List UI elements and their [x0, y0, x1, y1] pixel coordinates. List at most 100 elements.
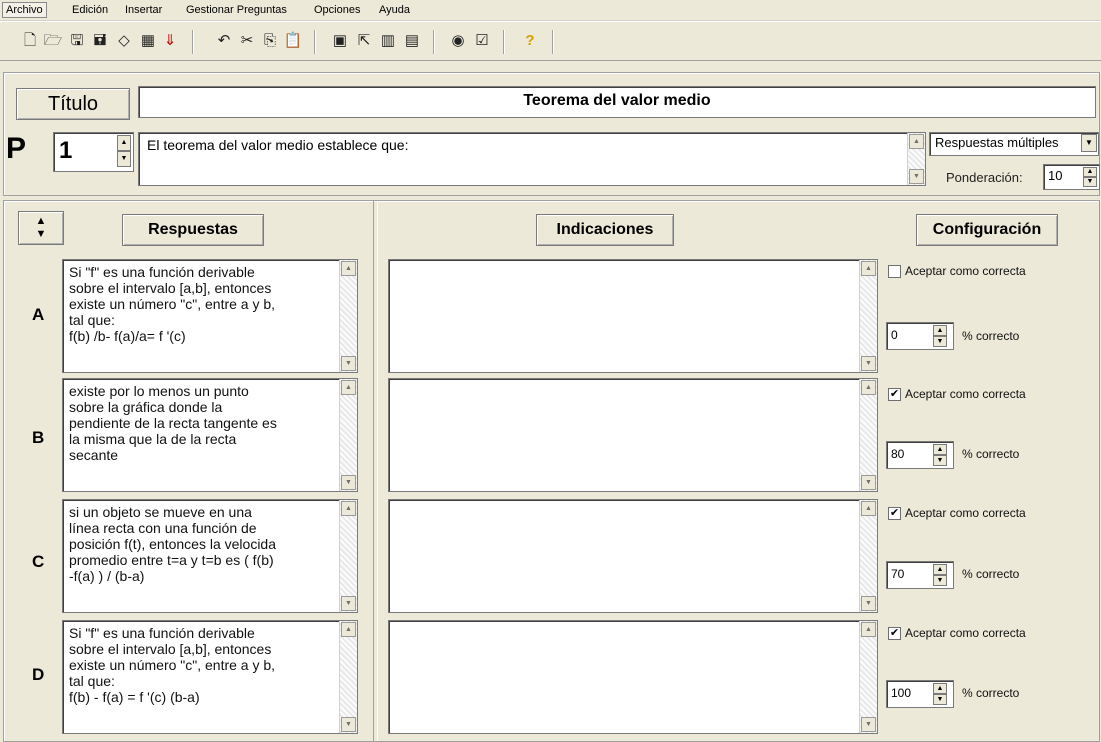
open-folder-icon[interactable]: 🗁: [43, 31, 63, 51]
answer-c-scrollbar[interactable]: ▲ ▼: [339, 500, 357, 612]
menu-archivo[interactable]: Archivo: [2, 2, 47, 18]
indication-input-a[interactable]: ▲ ▼: [388, 259, 878, 373]
spin-down-icon[interactable]: ▼: [1083, 177, 1097, 187]
column-divider[interactable]: [373, 201, 378, 741]
chevron-down-icon[interactable]: ▼: [1081, 134, 1097, 152]
question-scrollbar[interactable]: ▲ ▼: [907, 133, 925, 185]
percent-spinner-d[interactable]: 100 ▲ ▼: [886, 680, 954, 708]
percent-spin-buttons-b[interactable]: ▲ ▼: [933, 444, 947, 466]
spin-down-icon[interactable]: ▼: [933, 336, 947, 347]
help-icon[interactable]: ?: [520, 31, 540, 51]
menu-edicion[interactable]: Edición: [69, 3, 111, 17]
answer-d-scrollbar[interactable]: ▲ ▼: [339, 621, 357, 733]
indication-a-scrollbar[interactable]: ▲ ▼: [859, 260, 877, 372]
scroll-up-icon[interactable]: ▲: [341, 261, 356, 276]
spin-down-icon[interactable]: ▼: [933, 575, 947, 586]
undo-icon[interactable]: ↶: [214, 31, 234, 51]
titulo-button[interactable]: Título: [16, 88, 130, 120]
reorder-button[interactable]: ▲ ▼: [18, 211, 64, 245]
menu-opciones[interactable]: Opciones: [311, 3, 363, 17]
scroll-down-icon[interactable]: ▼: [341, 356, 356, 371]
ponderacion-spinner[interactable]: 10 ▲ ▼: [1043, 164, 1100, 190]
spin-down-icon[interactable]: ▼: [933, 694, 947, 705]
spin-up-icon[interactable]: ▲: [933, 325, 947, 336]
indicaciones-header-button[interactable]: Indicaciones: [536, 214, 674, 246]
tool-b-icon[interactable]: ▤: [402, 31, 422, 51]
scroll-down-icon[interactable]: ▼: [341, 717, 356, 732]
scroll-down-icon[interactable]: ▼: [861, 596, 876, 611]
scroll-down-icon[interactable]: ▼: [909, 169, 924, 184]
accept-checkbox-a[interactable]: [888, 265, 901, 278]
spin-up-icon[interactable]: ▲: [117, 135, 131, 151]
spin-up-icon[interactable]: ▲: [1083, 167, 1097, 177]
scroll-down-icon[interactable]: ▼: [341, 596, 356, 611]
answer-b-scrollbar[interactable]: ▲ ▼: [339, 379, 357, 491]
scroll-up-icon[interactable]: ▲: [341, 501, 356, 516]
question-number-spin-buttons[interactable]: ▲ ▼: [117, 135, 131, 167]
scroll-down-icon[interactable]: ▼: [861, 356, 876, 371]
copy-icon[interactable]: ⎘: [260, 31, 280, 51]
save-as-icon[interactable]: 🖬: [90, 31, 110, 51]
percent-spinner-b[interactable]: 80 ▲ ▼: [886, 441, 954, 469]
answer-text-b-content: existe por lo menos un punto sobre la gr…: [69, 383, 277, 463]
accept-checkbox-c[interactable]: ✔: [888, 507, 901, 520]
respuestas-header-button[interactable]: Respuestas: [122, 214, 264, 246]
arrow-down-icon[interactable]: ⇓: [160, 31, 180, 51]
menu-gestionar-preguntas[interactable]: Gestionar Preguntas: [183, 3, 290, 17]
percent-spinner-c[interactable]: 70 ▲ ▼: [886, 561, 954, 589]
configuracion-header-button[interactable]: Configuración: [916, 214, 1058, 246]
question-number-spinner[interactable]: 1 ▲ ▼: [53, 132, 134, 172]
new-document-icon[interactable]: 🗋: [20, 31, 40, 51]
indication-c-scrollbar[interactable]: ▲ ▼: [859, 500, 877, 612]
answer-text-b[interactable]: existe por lo menos un punto sobre la gr…: [62, 378, 358, 492]
export-icon[interactable]: ⇱: [354, 31, 374, 51]
accept-checkbox-b[interactable]: ✔: [888, 388, 901, 401]
scroll-up-icon[interactable]: ▲: [909, 134, 924, 149]
percent-label-d: % correcto: [962, 686, 1020, 700]
scroll-down-icon[interactable]: ▼: [861, 717, 876, 732]
answer-text-d[interactable]: Si "f" es una función derivable sobre el…: [62, 620, 358, 734]
response-type-select[interactable]: Respuestas múltiples ▼: [929, 132, 1099, 156]
percent-spinner-a[interactable]: 0 ▲ ▼: [886, 322, 954, 350]
percent-spin-buttons-d[interactable]: ▲ ▼: [933, 683, 947, 705]
indication-input-d[interactable]: ▲ ▼: [388, 620, 878, 734]
scroll-down-icon[interactable]: ▼: [341, 475, 356, 490]
title-input[interactable]: Teorema del valor medio: [138, 86, 1096, 118]
scroll-up-icon[interactable]: ▲: [861, 261, 876, 276]
cut-icon[interactable]: ✂: [237, 31, 257, 51]
spin-up-icon[interactable]: ▲: [933, 683, 947, 694]
indication-b-scrollbar[interactable]: ▲ ▼: [859, 379, 877, 491]
scroll-up-icon[interactable]: ▲: [861, 501, 876, 516]
tool-a-icon[interactable]: ▥: [378, 31, 398, 51]
question-text-input[interactable]: El teorema del valor medio establece que…: [138, 132, 926, 186]
ponderacion-spin-buttons[interactable]: ▲ ▼: [1083, 167, 1097, 187]
spin-down-icon[interactable]: ▼: [933, 455, 947, 466]
scroll-up-icon[interactable]: ▲: [861, 380, 876, 395]
paste-icon[interactable]: 📋: [283, 31, 303, 51]
spin-up-icon[interactable]: ▲: [933, 444, 947, 455]
indication-input-c[interactable]: ▲ ▼: [388, 499, 878, 613]
indication-d-scrollbar[interactable]: ▲ ▼: [859, 621, 877, 733]
spin-down-icon[interactable]: ▼: [117, 151, 131, 167]
percent-spin-buttons-c[interactable]: ▲ ▼: [933, 564, 947, 586]
eraser-icon[interactable]: ◇: [114, 31, 134, 51]
indication-input-b[interactable]: ▲ ▼: [388, 378, 878, 492]
scroll-up-icon[interactable]: ▲: [861, 622, 876, 637]
answer-a-scrollbar[interactable]: ▲ ▼: [339, 260, 357, 372]
accept-label-c: Aceptar como correcta: [905, 506, 1026, 520]
preview-icon[interactable]: ◉: [448, 31, 468, 51]
answer-text-a[interactable]: Si "f" es una función derivable sobre el…: [62, 259, 358, 373]
scroll-down-icon[interactable]: ▼: [861, 475, 876, 490]
menu-ayuda[interactable]: Ayuda: [376, 3, 413, 17]
checklist-icon[interactable]: ☑: [472, 31, 492, 51]
image-tool-icon[interactable]: ▣: [330, 31, 350, 51]
menu-insertar[interactable]: Insertar: [122, 3, 165, 17]
scroll-up-icon[interactable]: ▲: [341, 380, 356, 395]
spin-up-icon[interactable]: ▲: [933, 564, 947, 575]
scroll-up-icon[interactable]: ▲: [341, 622, 356, 637]
save-icon[interactable]: 🖫: [67, 31, 87, 51]
accept-checkbox-d[interactable]: ✔: [888, 627, 901, 640]
percent-spin-buttons-a[interactable]: ▲ ▼: [933, 325, 947, 347]
gallery-icon[interactable]: ▦: [138, 31, 158, 51]
answer-text-c[interactable]: si un objeto se mueve en una línea recta…: [62, 499, 358, 613]
